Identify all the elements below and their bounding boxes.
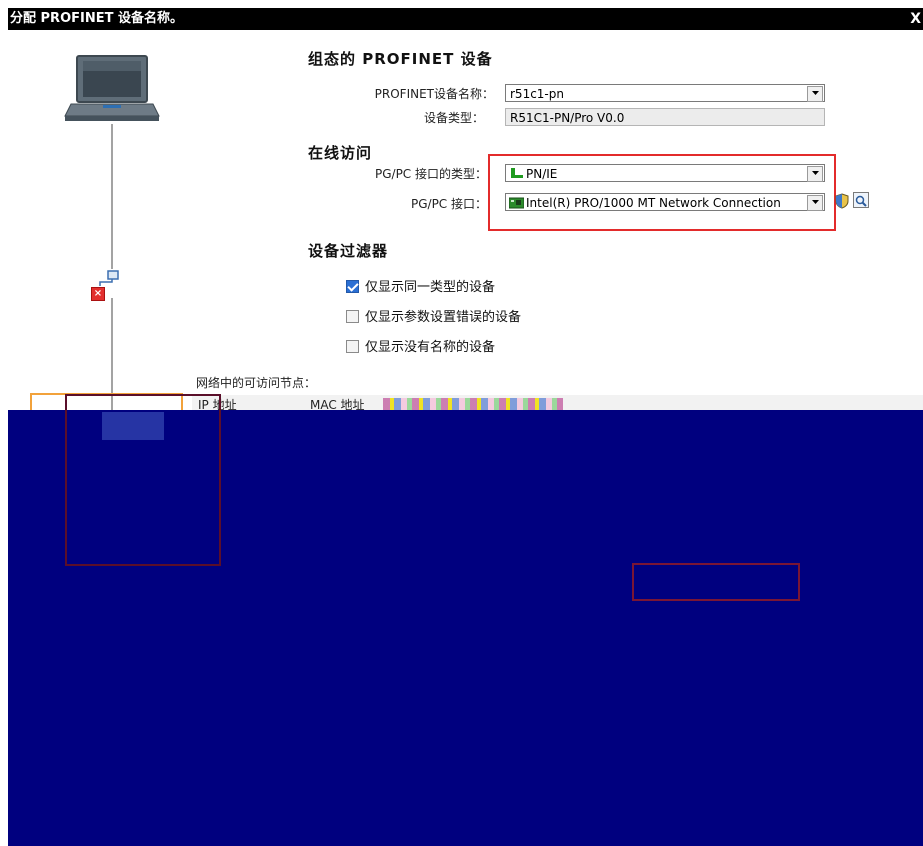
laptop-icon (63, 54, 161, 128)
artifact-frame-left (65, 394, 221, 566)
device-name-field[interactable]: r51c1-pn (505, 84, 825, 102)
interface-type-value: PN/IE (526, 167, 558, 181)
device-type-label: 设备类型： (423, 111, 484, 125)
filter-no-name[interactable]: 仅显示没有名称的设备 (346, 336, 495, 355)
interface-type-label: PG/PC 接口的类型： (374, 167, 487, 181)
accessible-nodes-label: 网络中的可访问节点： (196, 376, 317, 390)
online-access-heading: 在线访问 (308, 144, 373, 162)
dropdown-arrow-icon[interactable] (807, 166, 823, 182)
interface-value: Intel(R) PRO/1000 MT Network Connection (526, 196, 781, 210)
checkbox[interactable] (346, 310, 359, 323)
error-icon: × (91, 287, 105, 301)
filter-same-type[interactable]: 仅显示同一类型的设备 (346, 276, 495, 295)
interface-select[interactable]: Intel(R) PRO/1000 MT Network Connection (505, 193, 825, 211)
device-type-value: R51C1-PN/Pro V0.0 (510, 111, 625, 125)
artifact-frame-right (632, 563, 800, 601)
interface-type-select[interactable]: PN/IE (505, 164, 825, 182)
dropdown-arrow-icon[interactable] (807, 195, 823, 211)
checkbox[interactable] (346, 340, 359, 353)
device-type-field: R51C1-PN/Pro V0.0 (505, 108, 825, 126)
device-name-value: r51c1-pn (510, 87, 564, 101)
ethernet-icon (510, 167, 524, 185)
filter-wrong-params[interactable]: 仅显示参数设置错误的设备 (346, 306, 521, 325)
dialog-body: × 组态的 PROFINET 设备 PROFINET设备名称： r51c1-pn… (8, 30, 923, 425)
configured-device-heading: 组态的 PROFINET 设备 (308, 50, 493, 68)
network-card-icon (508, 196, 525, 214)
dropdown-arrow-icon[interactable] (807, 86, 823, 102)
device-name-label: PROFINET设备名称： (374, 87, 494, 101)
device-filter-heading: 设备过滤器 (308, 242, 389, 260)
shield-icon[interactable] (834, 193, 850, 209)
interface-label: PG/PC 接口： (410, 197, 487, 211)
search-icon[interactable] (853, 192, 869, 208)
dialog-titlebar: 分配 PROFINET 设备名称。 X (8, 8, 923, 30)
checkbox[interactable] (346, 280, 359, 293)
dialog-title: 分配 PROFINET 设备名称。 (10, 11, 183, 26)
close-button[interactable]: X (910, 8, 921, 30)
network-cable-upper (111, 124, 113, 269)
